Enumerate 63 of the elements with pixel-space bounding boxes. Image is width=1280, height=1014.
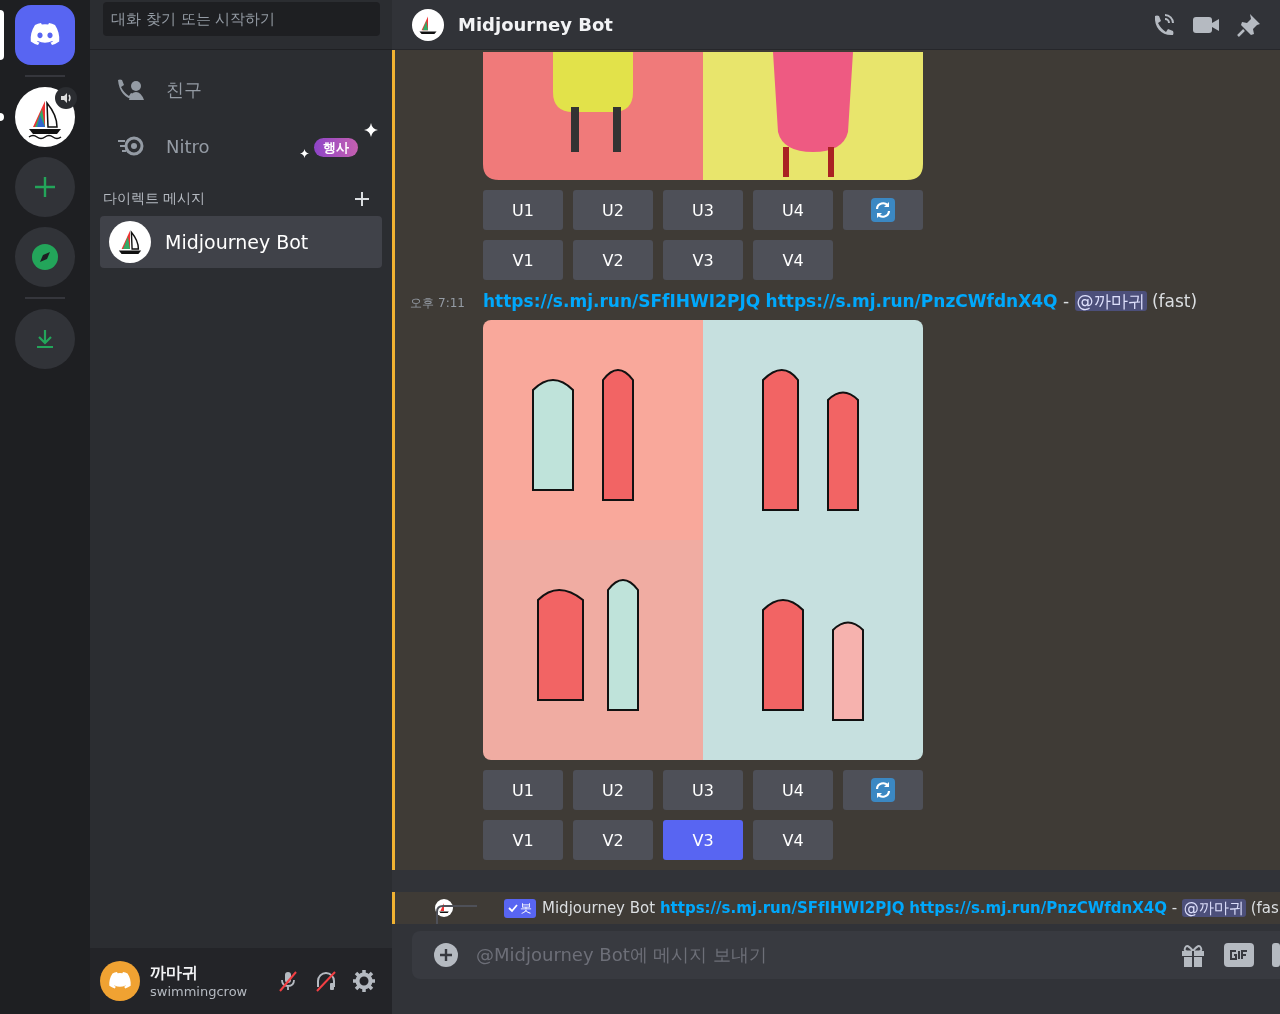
sailboat-avatar-icon [435,899,453,917]
muted-microphone-icon[interactable] [276,969,300,993]
add-attachment-icon[interactable] [434,943,458,967]
section-heading: 다이렉트 메시지 [103,190,206,208]
link[interactable]: https://s.mj.run/SFfIHWI2PJQ [659,898,905,917]
mention[interactable]: @까마귀 [1074,291,1147,311]
variation-button[interactable]: V3 [663,240,743,280]
variation-button[interactable]: U3 [663,190,743,230]
bot-tag: 봇 [504,898,536,918]
nav-item[interactable]: Nitro 행사 [100,118,382,174]
sailboat-avatar-icon [412,8,444,41]
mention[interactable]: @까마귀 [1181,898,1246,917]
variation-button[interactable]: U1 [483,190,563,230]
pin-icon[interactable] [1236,11,1262,38]
variation-button[interactable]: U1 [483,770,563,810]
variation-button[interactable]: V4 [753,820,833,860]
event-badge: 행사 [314,138,358,157]
sparkle-icon [300,149,309,158]
check-icon [508,903,518,913]
variation-button[interactable]: U2 [573,770,653,810]
refresh-icon [871,198,895,222]
compass-icon [32,244,58,270]
settings-icon[interactable] [352,969,376,993]
gif-icon[interactable] [1224,943,1254,967]
variation-button[interactable]: V3 [663,820,743,860]
variation-button[interactable]: V4 [753,240,833,280]
variation-button[interactable]: U3 [663,770,743,810]
search-field[interactable]: 대화 찾기 또는 시작하기 [103,2,380,36]
reroll-button[interactable] [843,770,923,810]
controller-icon [30,23,60,47]
variation-button[interactable]: V2 [573,240,653,280]
refresh-icon [871,778,895,802]
nav-item[interactable]: 친구 [100,62,382,118]
nitro-icon [116,134,146,158]
variation-button[interactable]: U4 [753,770,833,810]
reroll-button[interactable] [843,190,923,230]
variation-button[interactable]: U4 [753,190,833,230]
gift-icon[interactable] [1180,942,1206,968]
reply-connector [433,905,477,924]
plus-icon[interactable] [354,191,370,207]
friends-icon [116,78,146,102]
variation-button[interactable]: V2 [573,820,653,860]
message-text: https://s.mj.run/SFfIHWI2PJQ https://s.mj.run/PnzCWfdnX4Q - @까마귀 (fast) [483,290,1198,313]
speaker-icon [55,87,77,109]
variation-button[interactable]: V1 [483,240,563,280]
user-avatar[interactable] [100,961,140,1001]
deafened-headset-icon[interactable] [314,969,338,993]
dm-item[interactable]: Midjourney Bot [100,216,382,268]
variation-button[interactable]: U2 [573,190,653,230]
home-button[interactable] [15,5,75,65]
timestamp: 오후 7:11 [409,295,466,312]
link[interactable]: https://s.mj.run/PnzCWfdnX4Q [909,898,1167,917]
server-icon[interactable] [15,87,75,147]
link[interactable]: https://s.mj.run/PnzCWfdnX4Q [765,291,1058,311]
reply-preview-text[interactable]: Midjourney Bot https://s.mj.run/SFfIHWI2PJQ https://s.mj.run/PnzCWfdnX4Q - @까마귀 (fas [542,898,1279,918]
sailboat-avatar-icon [109,221,151,263]
channel-title: Midjourney Bot [458,14,613,35]
link[interactable]: https://s.mj.run/SFfIHWI2PJQ [483,291,761,311]
sparkle-icon [364,123,378,137]
variation-button[interactable]: V1 [483,820,563,860]
user-tag: swimmingcrow [150,984,262,999]
user-name: 까마귀 [150,963,199,984]
plus-icon [33,175,57,199]
